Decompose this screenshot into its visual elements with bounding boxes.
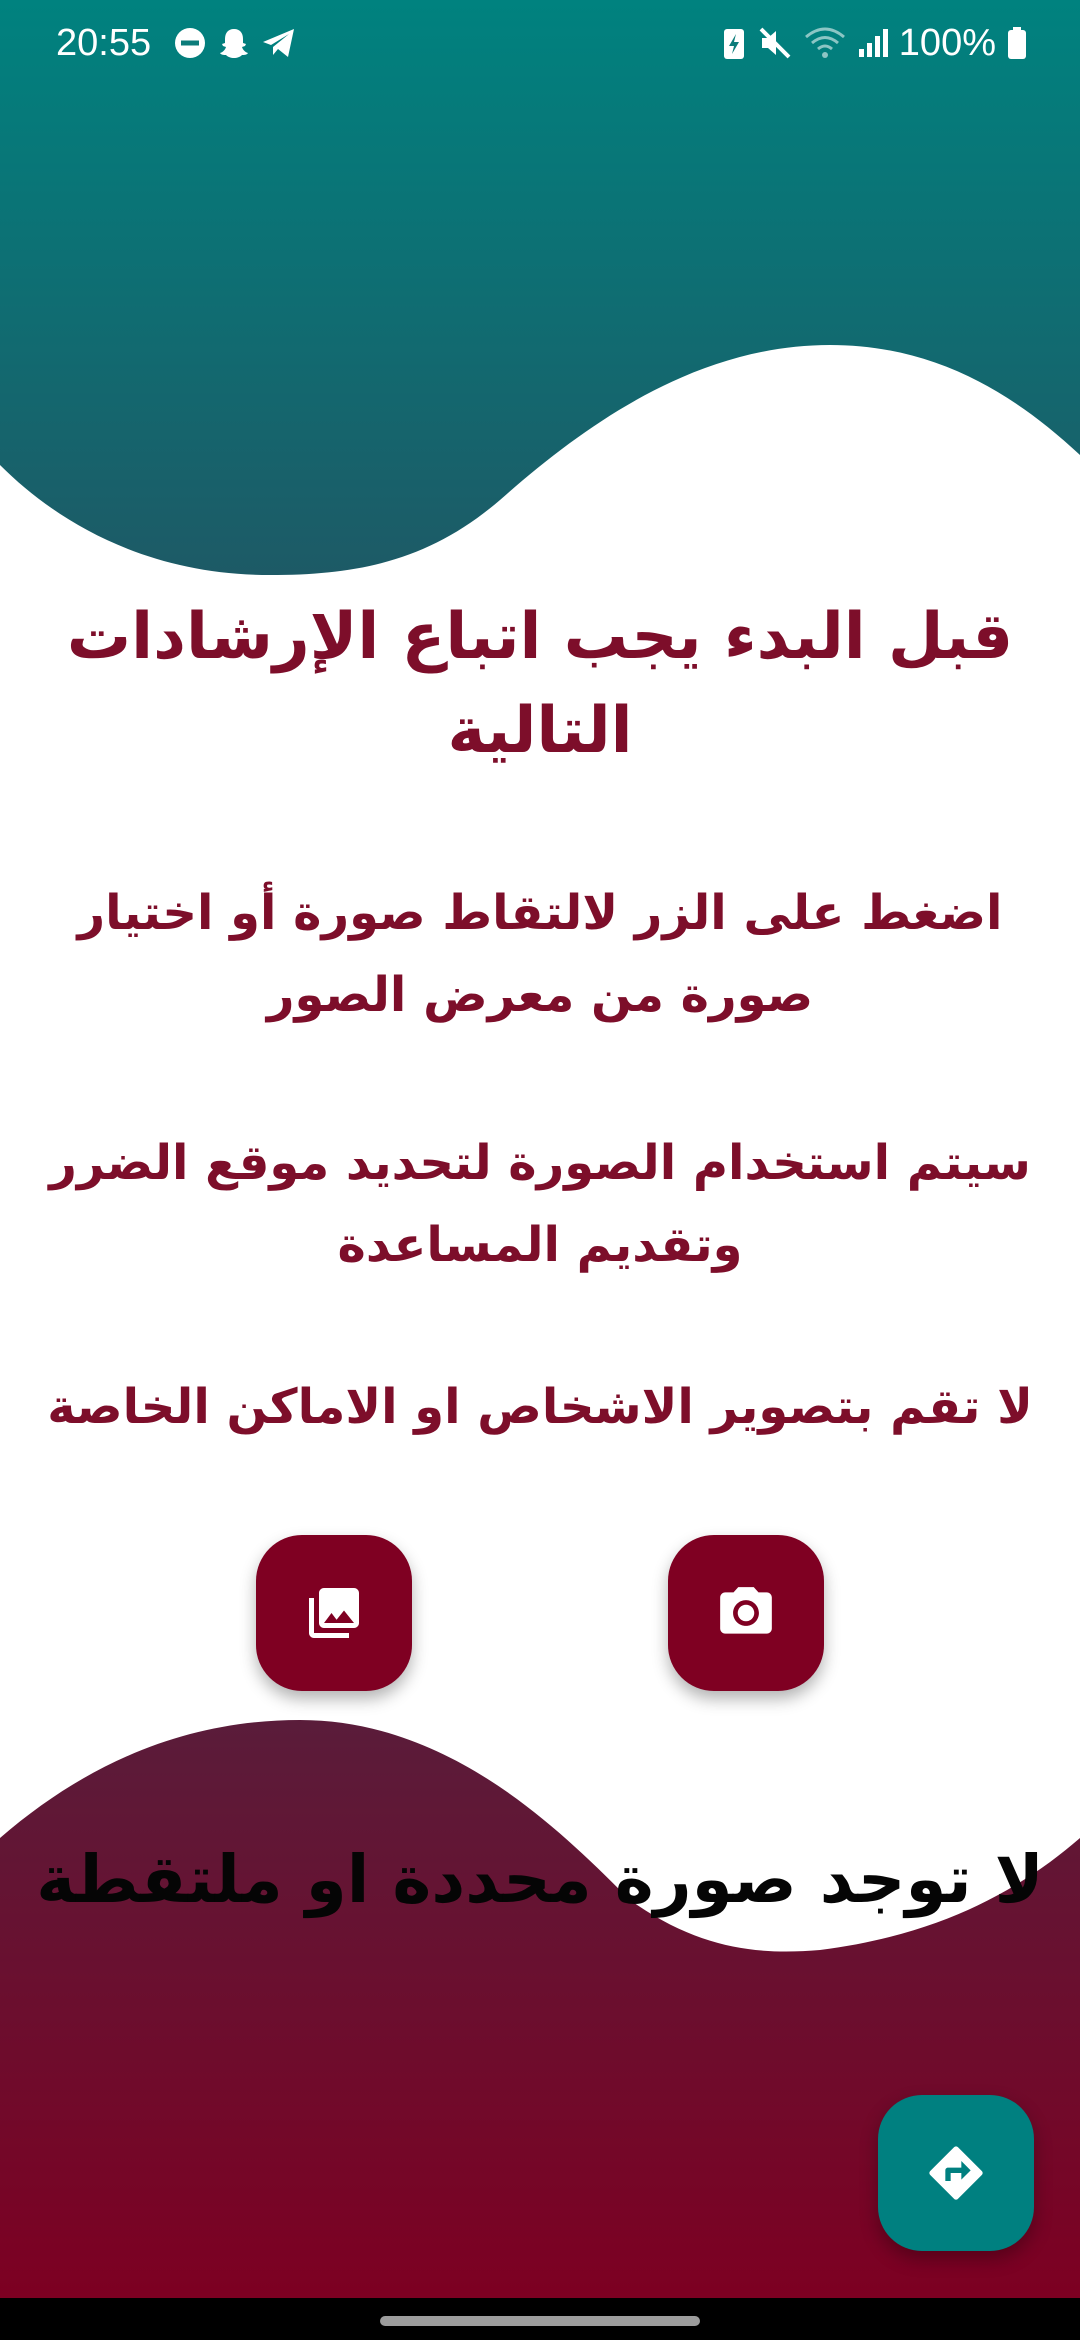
signal-icon bbox=[858, 29, 888, 57]
instruction-2: سيتم استخدام الصورة لتحديد موقع الضرر وت… bbox=[49, 1135, 1031, 1273]
battery-percent: 100% bbox=[898, 22, 996, 64]
notification-icons bbox=[172, 22, 298, 64]
snapchat-icon bbox=[220, 29, 248, 58]
directions-icon bbox=[929, 2146, 983, 2200]
photo-library-icon bbox=[309, 1588, 359, 1638]
wifi-icon bbox=[804, 27, 845, 58]
battery-saver-icon bbox=[723, 29, 744, 59]
status-bar: 20:55 100% bbox=[0, 0, 1080, 86]
telegram-icon bbox=[263, 29, 294, 57]
system-status: 100% bbox=[721, 18, 1028, 68]
do-not-disturb-icon bbox=[175, 28, 205, 58]
top-wave bbox=[0, 0, 1080, 575]
camera-button[interactable] bbox=[668, 1535, 824, 1691]
navigation-bar bbox=[0, 2298, 1080, 2340]
status-time: 20:55 bbox=[56, 22, 152, 64]
next-button[interactable] bbox=[878, 2095, 1034, 2251]
gallery-button[interactable] bbox=[256, 1535, 412, 1691]
home-gesture-handle[interactable] bbox=[380, 2316, 700, 2326]
page-title: قبل البدء يجب اتباع الإرشادات التالية bbox=[66, 600, 1014, 768]
instruction-3: لا تقم بتصوير الاشخاص او الاماكن الخاصة bbox=[47, 1379, 1033, 1435]
mute-icon bbox=[759, 27, 791, 59]
no-image-message: لا توجد صورة محددة او ملتقطة bbox=[36, 1841, 1044, 1918]
battery-icon bbox=[1008, 27, 1026, 59]
camera-icon bbox=[720, 1587, 772, 1634]
instruction-1: اضغط على الزر لالتقاط صورة أو اختيار صور… bbox=[77, 885, 1003, 1023]
